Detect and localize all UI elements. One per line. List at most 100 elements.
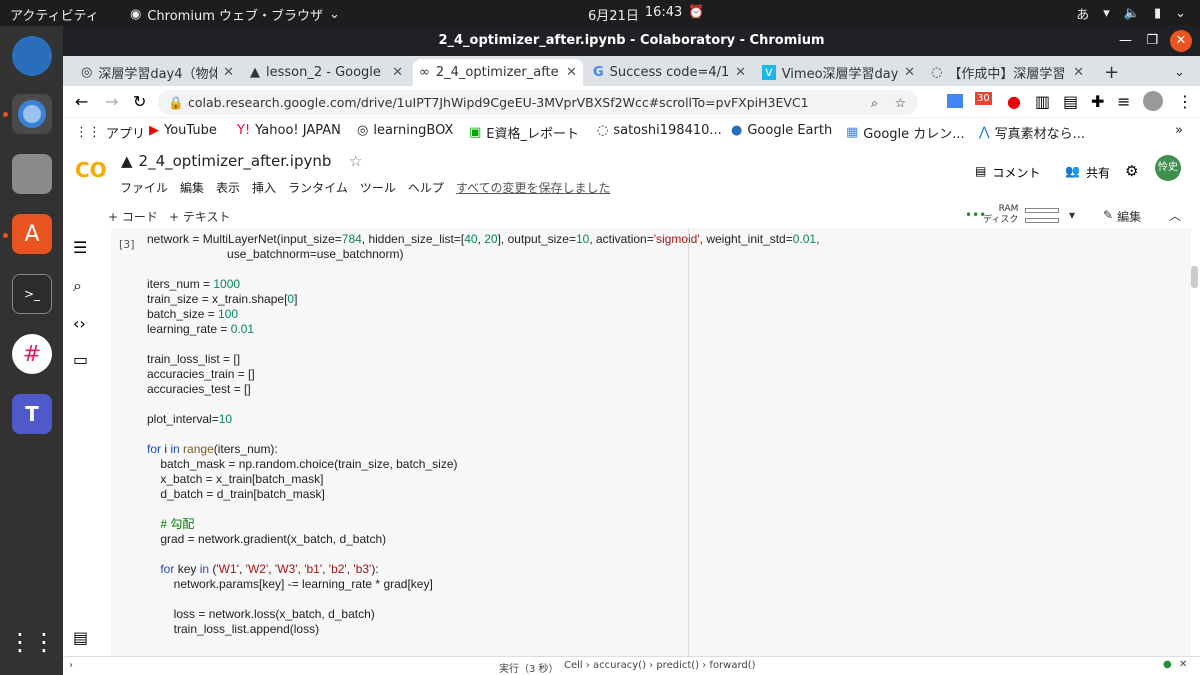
teams-icon[interactable]: T — [12, 394, 52, 434]
execution-trace[interactable]: Cell › accuracy() › predict() › forward(… — [564, 660, 756, 671]
code-snippets-icon[interactable]: ‹› — [73, 314, 86, 333]
tab-close-icon[interactable]: ✕ — [223, 65, 234, 80]
extension-icon[interactable]: ▥ — [1035, 92, 1050, 111]
search-icon[interactable]: ⌕ — [73, 276, 82, 296]
menu-view[interactable]: 表示 — [216, 179, 240, 196]
address-bar[interactable]: 🔒 colab.research.google.com/drive/1uIPT7… — [158, 90, 918, 115]
activities-button[interactable]: アクティビティ — [10, 5, 99, 24]
reload-icon[interactable]: ↻ — [133, 92, 146, 111]
bookmark-label: satoshi198410... — [613, 123, 722, 138]
tab[interactable]: ◎ 深層学習day4（物体 ✕ — [75, 59, 240, 86]
resource-monitor[interactable]: RAM ディスク — [983, 204, 1018, 226]
record-extension-icon[interactable]: ● — [1007, 92, 1021, 111]
tab[interactable]: v Vimeo深層学習day ✕ — [756, 59, 921, 86]
system-tray[interactable]: あ ▾ 🔈 ▮ ⌄ — [1076, 4, 1186, 23]
tab-active[interactable]: ∞ 2_4_optimizer_afte ✕ — [413, 59, 583, 86]
save-status[interactable]: すべての変更を保存しました — [456, 179, 611, 196]
slack-icon[interactable]: # — [12, 334, 52, 374]
tab[interactable]: ◌ 【作成中】深層学習 ✕ — [925, 59, 1090, 86]
scrollbar[interactable] — [1191, 266, 1198, 288]
menu-icon[interactable]: ⋮ — [1177, 92, 1193, 111]
tab-close-icon[interactable]: ✕ — [1073, 65, 1084, 80]
menu-tools[interactable]: ツール — [360, 179, 396, 196]
tab-close-icon[interactable]: ✕ — [904, 65, 915, 80]
toc-icon[interactable]: ☰ — [73, 238, 87, 257]
tab-close-icon[interactable]: ✕ — [566, 65, 577, 80]
bookmark-google-earth[interactable]: ● Google Earth — [731, 123, 832, 138]
show-apps-icon[interactable]: ⋮⋮ — [8, 622, 56, 662]
bookmark-learningbox[interactable]: ◎ learningBOX — [357, 123, 453, 138]
chromium-dock-icon[interactable] — [12, 94, 52, 134]
back-icon[interactable]: ← — [75, 92, 88, 111]
collapse-icon[interactable]: ︿ — [1169, 207, 1181, 224]
share-button[interactable]: 👥 共有 — [1065, 164, 1110, 181]
avatar[interactable]: 怜史 — [1155, 155, 1181, 181]
menu-help[interactable]: ヘルプ — [408, 179, 444, 196]
colab-logo[interactable]: CO — [75, 158, 107, 182]
clock[interactable]: 6月21日 16:43 ⏰ — [588, 5, 704, 24]
files-folder-icon[interactable]: ▭ — [73, 350, 88, 369]
colab-favicon-icon: ∞ — [419, 65, 430, 80]
tab-favicon-icon: ◎ — [81, 65, 93, 80]
tab[interactable]: G Success code=4/1A ✕ — [587, 59, 752, 86]
bookmark-satoshi[interactable]: ◌ satoshi198410... — [597, 123, 722, 138]
code-editor[interactable]: network = MultiLayerNet(input_size=784, … — [147, 232, 819, 637]
tab-close-icon[interactable]: ✕ — [735, 65, 746, 80]
bookmark-report[interactable]: ▣ E資格_レポート — [469, 123, 579, 142]
edit-button[interactable]: ✎ 編集 — [1103, 208, 1141, 225]
extension-icon[interactable]: ▤ — [1063, 92, 1078, 111]
minimize-icon[interactable]: — — [1119, 26, 1132, 56]
reading-list-icon[interactable]: ≡ — [1117, 92, 1130, 111]
tab-title: 深層学習day4（物体 — [98, 67, 218, 82]
window-titlebar: 2_4_optimizer_after.ipynb - Colaboratory… — [63, 26, 1200, 56]
bookmarks-overflow-icon[interactable]: » — [1175, 123, 1183, 138]
add-text-button[interactable]: + テキスト — [169, 208, 231, 225]
comment-button[interactable]: ▤ コメント — [975, 164, 1040, 181]
star-icon[interactable]: ☆ — [349, 152, 362, 170]
profile-avatar[interactable] — [1143, 91, 1163, 111]
menu-edit[interactable]: 編集 — [180, 179, 204, 196]
bookmark-label: learningBOX — [373, 123, 454, 138]
tab-close-icon[interactable]: ✕ — [392, 65, 403, 80]
bookmark-apps[interactable]: ⋮⋮ アプリ — [75, 123, 145, 142]
chevron-down-icon[interactable]: ▾ — [1069, 208, 1075, 222]
chevron-down-icon: ⌄ — [1175, 6, 1186, 21]
settings-gear-icon[interactable]: ⚙ — [1125, 162, 1138, 180]
thunderbird-icon[interactable] — [12, 36, 52, 76]
code-cell[interactable]: [3] network = MultiLayerNet(input_size=7… — [111, 228, 1191, 658]
maximize-icon[interactable]: ❐ — [1146, 26, 1158, 56]
software-center-icon[interactable]: A — [12, 214, 52, 254]
forward-icon[interactable]: → — [105, 92, 118, 111]
add-code-button[interactable]: + コード — [108, 208, 158, 225]
colab-side-nav: ☰ ⌕ ‹› ▭ ▤ — [63, 228, 97, 658]
puzzle-icon[interactable]: ✚ — [1091, 92, 1104, 111]
tab-search-icon[interactable]: ⌄ — [1168, 59, 1198, 86]
menu-file[interactable]: ファイル — [120, 179, 168, 196]
terminal-icon[interactable]: >_ — [12, 274, 52, 314]
close-icon[interactable]: ✕ — [1179, 659, 1187, 670]
tab[interactable]: ▲ lesson_2 - Google D ✕ — [244, 59, 409, 86]
menu-runtime[interactable]: ランタイム — [288, 179, 348, 196]
bookmark-youtube[interactable]: ▶ YouTube — [149, 123, 217, 138]
command-palette-icon[interactable]: ▤ — [73, 628, 88, 647]
menu-insert[interactable]: 挿入 — [252, 179, 276, 196]
files-icon[interactable] — [12, 154, 52, 194]
ram-meter — [1025, 208, 1059, 213]
star-icon[interactable]: ☆ — [895, 90, 906, 115]
chevron-right-icon[interactable]: › — [69, 660, 73, 671]
tab-title: 2_4_optimizer_afte — [435, 65, 559, 80]
bookmark-google-calendar[interactable]: ▦ Google カレン... — [846, 123, 965, 142]
bookmark-yahoo[interactable]: Y! Yahoo! JAPAN — [237, 123, 341, 138]
notebook-title[interactable]: ▲ 2_4_optimizer_after.ipynb — [121, 152, 331, 170]
app-menu[interactable]: ◉ Chromium ウェブ・ブラウザ ⌄ — [130, 5, 340, 24]
close-window-icon[interactable]: ✕ — [1170, 30, 1192, 52]
extension-icon[interactable] — [947, 94, 963, 108]
execution-status[interactable]: 実行（3 秒） — [499, 660, 559, 675]
tab-title: Success code=4/1A — [609, 65, 730, 80]
bookmark-photos[interactable]: ⋀ 写真素材なら... — [979, 123, 1085, 142]
calendar-extension-icon[interactable]: 30 — [975, 92, 992, 105]
search-icon[interactable]: ⌕ — [871, 90, 878, 115]
new-tab-button[interactable]: + — [1098, 59, 1128, 86]
ime-indicator[interactable]: あ — [1076, 4, 1089, 23]
